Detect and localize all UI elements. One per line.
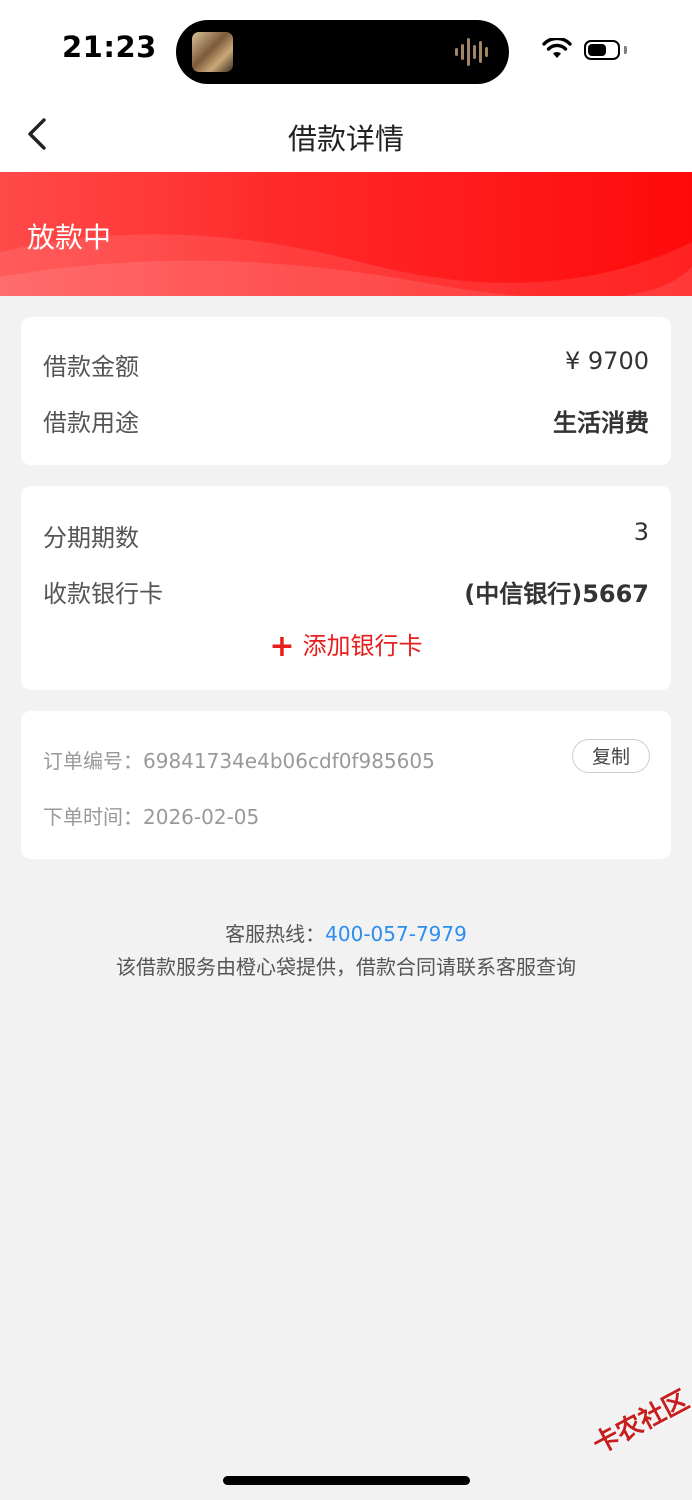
- audio-waveform-icon: [455, 38, 488, 66]
- repayment-card: 分期期数 3 收款银行卡 (中信银行)5667 + 添加银行卡: [21, 486, 671, 690]
- order-number-row: 订单编号：69841734e4b06cdf0f985605: [43, 745, 435, 774]
- add-bank-card-button[interactable]: + 添加银行卡: [21, 626, 671, 664]
- hotline-number-link[interactable]: 400-057-7979: [325, 922, 467, 946]
- status-bar: 21:23: [0, 0, 692, 100]
- order-info-card: 订单编号：69841734e4b06cdf0f985605 复制 下单时间：20…: [21, 711, 671, 859]
- home-indicator[interactable]: [223, 1476, 470, 1485]
- wifi-icon: [542, 38, 572, 58]
- bank-card-label: 收款银行卡: [43, 580, 163, 608]
- loan-status-banner: 放款中: [0, 172, 692, 296]
- watermark-logo: 卡农社区: [588, 1385, 692, 1461]
- order-number-label: 订单编号：: [43, 749, 143, 773]
- order-time-value: 2026-02-05: [143, 805, 260, 829]
- add-bank-card-label: 添加银行卡: [302, 632, 423, 660]
- loan-amount-row: 借款金额 ¥ 9700: [43, 347, 649, 387]
- battery-tip: [624, 46, 627, 54]
- order-time-label: 下单时间：: [43, 805, 143, 829]
- copy-order-button[interactable]: 复制: [572, 739, 650, 773]
- page-title: 借款详情: [287, 122, 404, 156]
- battery-icon: [584, 40, 620, 60]
- loan-amount-value: ¥ 9700: [565, 347, 649, 375]
- loan-info-card: 借款金额 ¥ 9700 借款用途 生活消费: [21, 317, 671, 465]
- hotline-label: 客服热线：: [225, 922, 326, 946]
- order-time-row: 下单时间：2026-02-05: [43, 801, 259, 830]
- hotline-line: 客服热线：400-057-7979: [0, 918, 692, 947]
- loan-purpose-label: 借款用途: [43, 409, 139, 437]
- battery-level: [588, 44, 606, 56]
- installments-value: 3: [633, 518, 649, 546]
- bank-card-value: (中信银行)5667: [464, 580, 649, 608]
- loan-purpose-row: 借款用途 生活消费: [43, 403, 649, 443]
- installments-label: 分期期数: [43, 524, 139, 552]
- order-number-value: 69841734e4b06cdf0f985605: [143, 749, 435, 773]
- bank-card-row: 收款银行卡 (中信银行)5667: [43, 574, 649, 614]
- loan-amount-label: 借款金额: [43, 353, 139, 381]
- service-note: 该借款服务由橙心袋提供，借款合同请联系客服查询: [116, 955, 576, 979]
- nav-bar: 借款详情: [0, 100, 692, 172]
- now-playing-artwork: [192, 32, 233, 72]
- status-time: 21:23: [62, 30, 157, 64]
- installments-row: 分期期数 3: [43, 518, 649, 558]
- loan-purpose-value: 生活消费: [553, 409, 649, 437]
- dynamic-island[interactable]: [176, 20, 509, 84]
- plus-icon: +: [269, 629, 295, 664]
- loan-status-text: 放款中: [27, 221, 112, 254]
